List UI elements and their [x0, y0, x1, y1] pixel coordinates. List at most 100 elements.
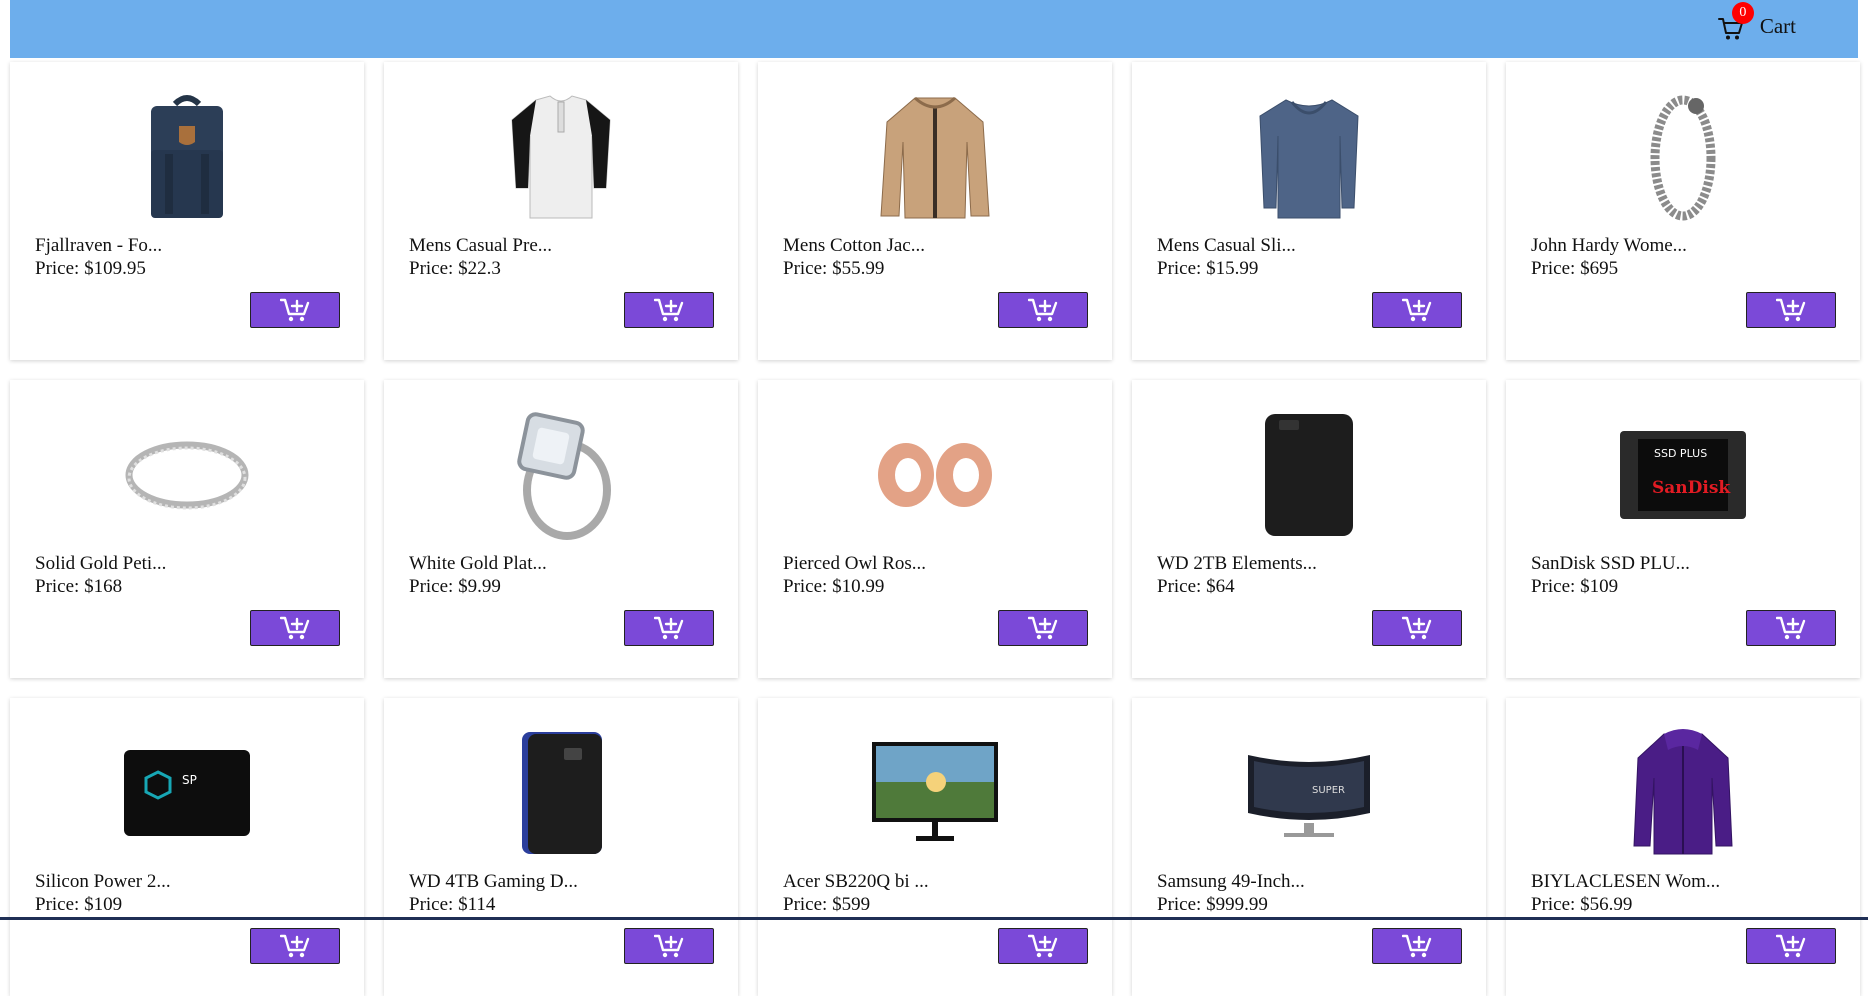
backpack-image[interactable]	[10, 92, 364, 222]
diamond-ring-set-image[interactable]	[384, 410, 738, 540]
product-price: Price: $109.95	[35, 258, 146, 279]
add-to-cart-button[interactable]	[250, 610, 340, 646]
purple-jacket-image[interactable]	[1506, 728, 1860, 858]
product-title[interactable]: Pierced Owl Ros...	[783, 553, 926, 575]
product-title[interactable]: Mens Casual Pre...	[409, 235, 552, 257]
curved-monitor-image[interactable]: SUPER	[1132, 728, 1486, 858]
acer-monitor-image[interactable]	[758, 728, 1112, 858]
add-to-cart-button[interactable]	[1746, 292, 1836, 328]
add-to-cart-icon	[1776, 298, 1806, 322]
add-to-cart-icon	[1402, 616, 1432, 640]
svg-text:SanDisk: SanDisk	[1652, 478, 1731, 498]
svg-text:SP: SP	[182, 773, 197, 787]
add-to-cart-button[interactable]	[624, 292, 714, 328]
product-price: Price: $168	[35, 576, 123, 597]
product-price: Price: $64	[1157, 576, 1235, 597]
product-price: Price: $114	[409, 894, 496, 915]
product-card: Mens Cotton Jac... Price: $55.99	[758, 62, 1112, 360]
add-to-cart-icon	[1402, 298, 1432, 322]
add-to-cart-icon	[280, 298, 310, 322]
product-price: Price: $56.99	[1531, 894, 1633, 915]
product-price: Price: $109	[35, 894, 123, 915]
product-title[interactable]: John Hardy Wome...	[1531, 235, 1687, 257]
add-to-cart-icon	[280, 616, 310, 640]
product-card: Pierced Owl Ros... Price: $10.99	[758, 380, 1112, 678]
thin-ring-image[interactable]	[10, 410, 364, 540]
product-title[interactable]: Mens Casual Sli...	[1157, 235, 1296, 257]
product-card: Mens Casual Sli... Price: $15.99	[1132, 62, 1486, 360]
gaming-drive-image[interactable]	[384, 728, 738, 858]
product-card: Mens Casual Pre... Price: $22.3	[384, 62, 738, 360]
add-to-cart-icon	[1028, 298, 1058, 322]
top-navbar: 0 Cart	[10, 0, 1858, 58]
product-card: WD 2TB Elements... Price: $64	[1132, 380, 1486, 678]
add-to-cart-icon	[1776, 616, 1806, 640]
add-to-cart-button[interactable]	[1372, 292, 1462, 328]
external-hard-drive-image[interactable]	[1132, 410, 1486, 540]
add-to-cart-button[interactable]	[250, 292, 340, 328]
add-to-cart-icon	[654, 616, 684, 640]
henley-shirt-image[interactable]	[384, 92, 738, 222]
product-title[interactable]: SanDisk SSD PLU...	[1531, 553, 1690, 575]
add-to-cart-button[interactable]	[998, 928, 1088, 964]
add-to-cart-button[interactable]	[998, 610, 1088, 646]
product-price: Price: $10.99	[783, 576, 885, 597]
product-price: Price: $695	[1531, 258, 1619, 279]
product-card: White Gold Plat... Price: $9.99	[384, 380, 738, 678]
add-to-cart-icon	[654, 934, 684, 958]
long-sleeve-tee-image[interactable]	[1132, 92, 1486, 222]
add-to-cart-button[interactable]	[250, 928, 340, 964]
add-to-cart-button[interactable]	[998, 292, 1088, 328]
cart-count-badge: 0	[1731, 2, 1754, 24]
product-price: Price: $599	[783, 894, 871, 915]
product-card: SUPER Samsung 49-Inch... Price: $999.99	[1132, 698, 1486, 996]
rose-gold-plugs-image[interactable]	[758, 410, 1112, 540]
product-card: John Hardy Wome... Price: $695	[1506, 62, 1860, 360]
svg-text:SSD PLUS: SSD PLUS	[1654, 447, 1707, 460]
product-title[interactable]: Fjallraven - Fo...	[35, 235, 162, 257]
add-to-cart-icon	[1402, 934, 1432, 958]
product-price: Price: $55.99	[783, 258, 885, 279]
add-to-cart-button[interactable]	[1746, 928, 1836, 964]
add-to-cart-icon	[1028, 934, 1058, 958]
product-title[interactable]: Silicon Power 2...	[35, 871, 171, 893]
add-to-cart-icon	[1776, 934, 1806, 958]
product-grid: Fjallraven - Fo... Price: $109.95 Mens C…	[10, 62, 1860, 996]
product-title[interactable]: Acer SB220Q bi ...	[783, 871, 929, 893]
product-title[interactable]: Solid Gold Peti...	[35, 553, 166, 575]
add-to-cart-icon	[654, 298, 684, 322]
cart-icon-wrap[interactable]: 0	[1714, 2, 1754, 43]
svg-text:SUPER: SUPER	[1312, 785, 1345, 796]
cart-link[interactable]: 0 Cart	[1714, 0, 1796, 52]
add-to-cart-icon	[1028, 616, 1058, 640]
product-card: SSD PLUS SanDisk SanDisk SSD PLU... Price…	[1506, 380, 1860, 678]
product-price: Price: $109	[1531, 576, 1619, 597]
product-title[interactable]: WD 2TB Elements...	[1157, 553, 1317, 575]
product-card: Acer SB220Q bi ... Price: $599	[758, 698, 1112, 996]
chain-bracelet-image[interactable]	[1506, 92, 1860, 222]
add-to-cart-button[interactable]	[1372, 610, 1462, 646]
product-price: Price: $15.99	[1157, 258, 1259, 279]
product-card: Solid Gold Peti... Price: $168	[10, 380, 364, 678]
add-to-cart-button[interactable]	[1372, 928, 1462, 964]
product-card: WD 4TB Gaming D... Price: $114	[384, 698, 738, 996]
product-title[interactable]: WD 4TB Gaming D...	[409, 871, 578, 893]
product-title[interactable]: Mens Cotton Jac...	[783, 235, 925, 257]
product-title[interactable]: Samsung 49-Inch...	[1157, 871, 1305, 893]
silicon-power-ssd-image[interactable]: SP	[10, 728, 364, 858]
product-card: BIYLACLESEN Wom... Price: $56.99	[1506, 698, 1860, 996]
product-price: Price: $9.99	[409, 576, 501, 597]
add-to-cart-icon	[280, 934, 310, 958]
product-card: SP Silicon Power 2... Price: $109	[10, 698, 364, 996]
add-to-cart-button[interactable]	[624, 610, 714, 646]
product-title[interactable]: BIYLACLESEN Wom...	[1531, 871, 1720, 893]
product-card: Fjallraven - Fo... Price: $109.95	[10, 62, 364, 360]
cotton-jacket-image[interactable]	[758, 92, 1112, 222]
product-price: Price: $999.99	[1157, 894, 1268, 915]
cart-label[interactable]: Cart	[1760, 14, 1796, 39]
add-to-cart-button[interactable]	[1746, 610, 1836, 646]
product-title[interactable]: White Gold Plat...	[409, 553, 547, 575]
add-to-cart-button[interactable]	[624, 928, 714, 964]
product-price: Price: $22.3	[409, 258, 501, 279]
sandisk-ssd-image[interactable]: SSD PLUS SanDisk	[1506, 410, 1860, 540]
